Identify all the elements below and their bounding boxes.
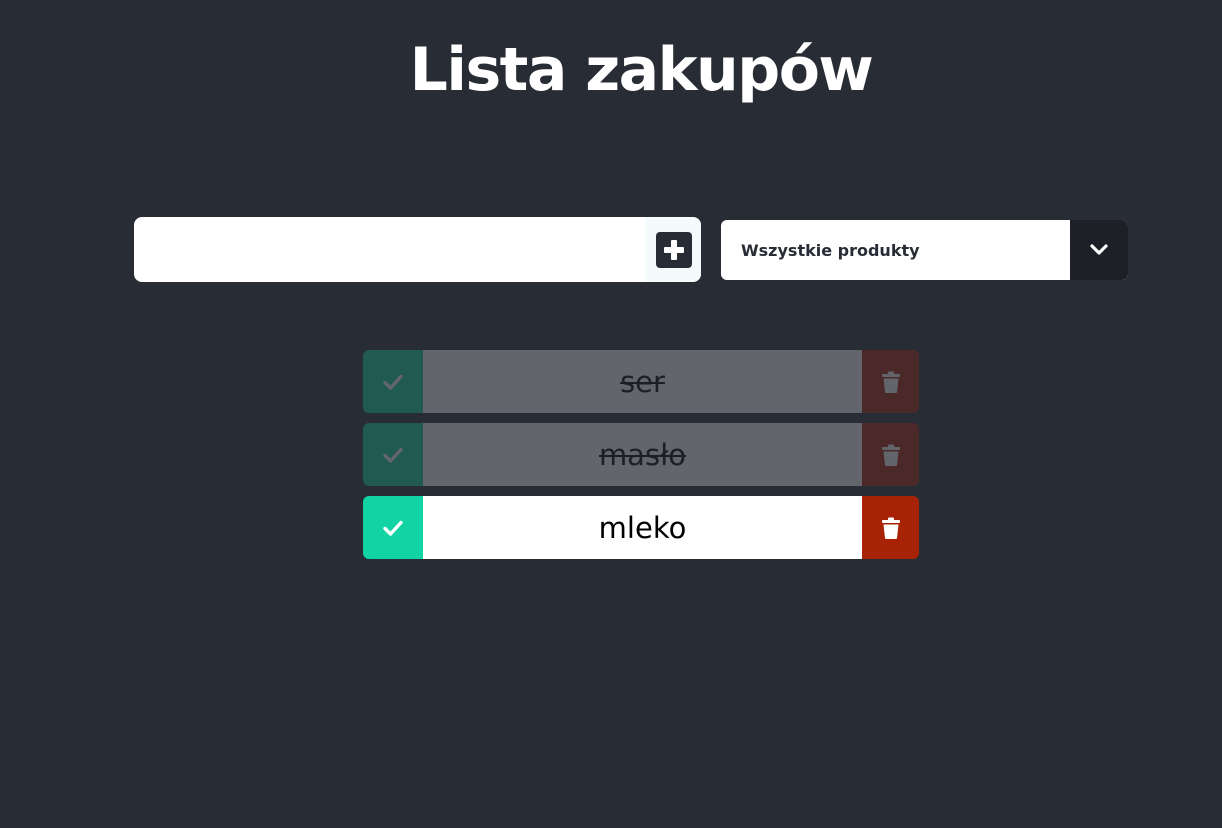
add-item-button[interactable] [646, 217, 701, 282]
check-icon [383, 520, 403, 536]
trash-icon [881, 371, 900, 393]
complete-button[interactable] [363, 423, 423, 486]
list-item-text: masło [423, 423, 862, 486]
check-icon [383, 374, 403, 390]
delete-button[interactable] [862, 423, 919, 486]
chevron-down-icon [1090, 244, 1108, 255]
complete-button[interactable] [363, 496, 423, 559]
check-icon [383, 447, 403, 463]
list-item: masło [363, 423, 919, 486]
page: Lista zakupów Wszystkie produkty ser mas… [0, 0, 1222, 828]
list-item: mleko [363, 496, 919, 559]
new-item-input[interactable] [134, 217, 646, 282]
delete-button[interactable] [862, 350, 919, 413]
plus-square-icon [655, 231, 692, 268]
add-item-form [134, 217, 701, 282]
list-item: ser [363, 350, 919, 413]
list-item-text: mleko [423, 496, 862, 559]
trash-icon [881, 444, 900, 466]
list-item-text: ser [423, 350, 862, 413]
trash-icon [881, 517, 900, 539]
complete-button[interactable] [363, 350, 423, 413]
delete-button[interactable] [862, 496, 919, 559]
filter-selected-value: Wszystkie produkty [741, 240, 920, 260]
filter-select[interactable]: Wszystkie produkty [721, 220, 1128, 280]
page-title: Lista zakupów [409, 35, 874, 105]
filter-dropdown-toggle[interactable] [1070, 220, 1128, 280]
shopping-list: ser masło mleko [363, 350, 919, 569]
